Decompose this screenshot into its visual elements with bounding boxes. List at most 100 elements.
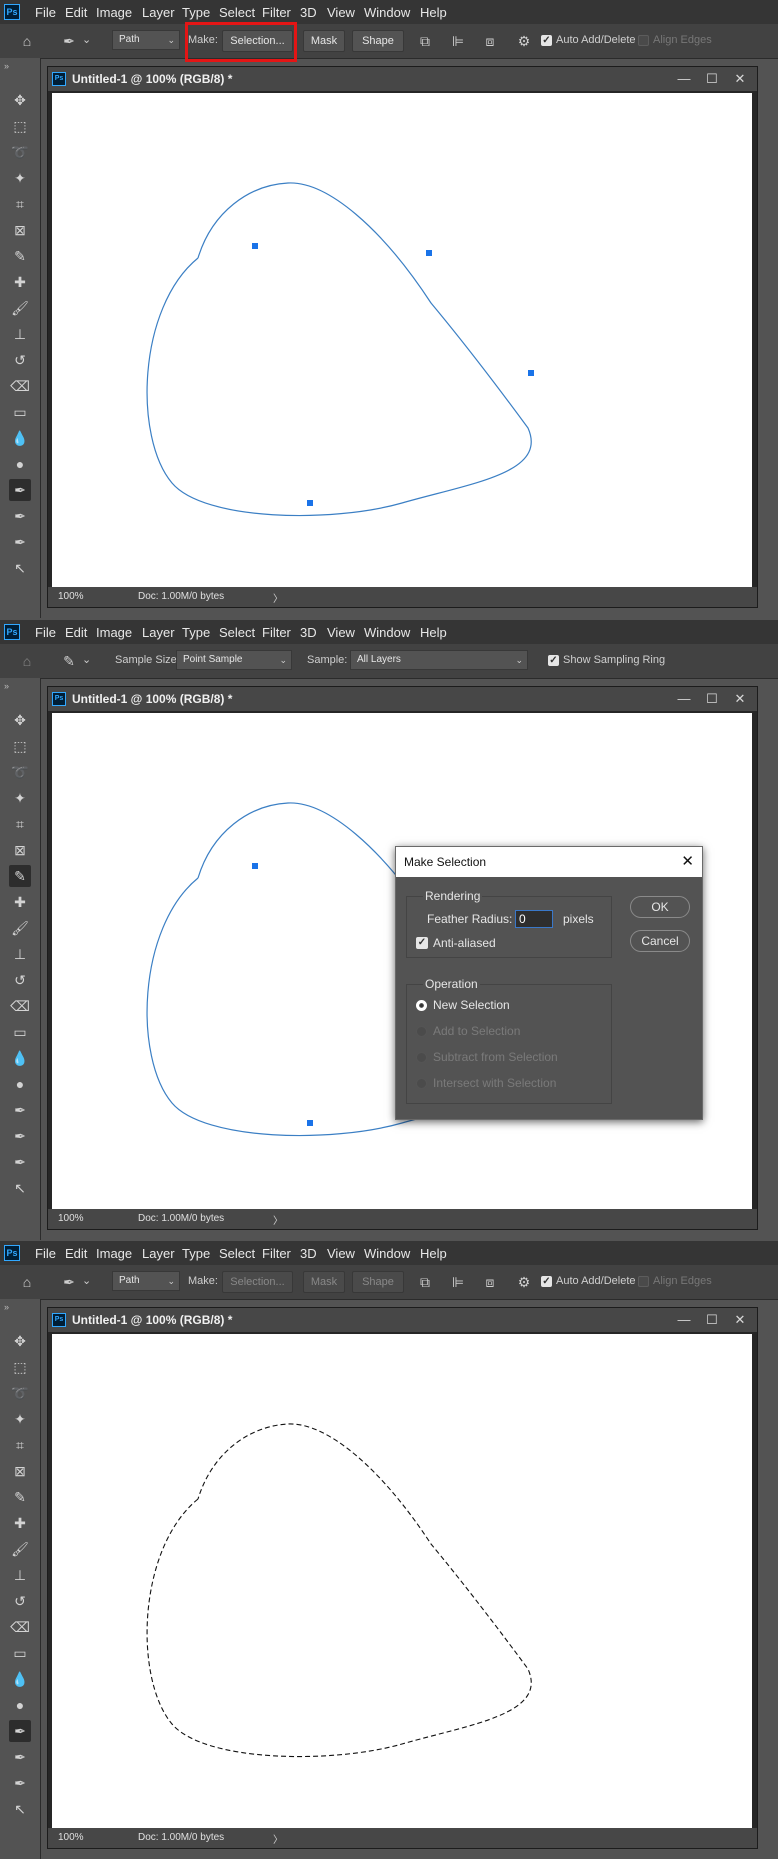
menu-view[interactable]: View bbox=[327, 5, 355, 20]
close-icon[interactable]: ✕ bbox=[729, 69, 751, 89]
gradient-tool-icon[interactable]: ▭ bbox=[9, 1021, 31, 1043]
maximize-icon[interactable]: ☐ bbox=[701, 69, 723, 89]
path-operations-icon[interactable]: ⧉ bbox=[416, 32, 434, 50]
path-selection-tool-icon[interactable]: ↖ bbox=[9, 1798, 31, 1820]
gradient-tool-icon[interactable]: ▭ bbox=[9, 401, 31, 423]
crop-tool-icon[interactable]: ⌗ bbox=[9, 1434, 31, 1456]
path-alignment-icon[interactable]: ⊫ bbox=[449, 1273, 467, 1291]
blur-tool-icon[interactable]: 💧 bbox=[9, 1668, 31, 1690]
zoom-level[interactable]: 100% bbox=[58, 1213, 84, 1224]
frame-tool-icon[interactable]: ⊠ bbox=[9, 219, 31, 241]
clone-stamp-tool-icon[interactable]: ⊥ bbox=[9, 1564, 31, 1586]
gear-icon[interactable]: ⚙ bbox=[515, 1273, 533, 1291]
menu-filter[interactable]: Filter bbox=[262, 1246, 291, 1261]
chevron-right-icon[interactable]: 〉 bbox=[273, 590, 283, 605]
brush-tool-icon[interactable]: 🖌 bbox=[9, 917, 31, 939]
show-sampling-ring-checkbox[interactable]: ✓ bbox=[548, 655, 559, 666]
menu-3d[interactable]: 3D bbox=[300, 1246, 317, 1261]
minimize-icon[interactable]: — bbox=[673, 69, 695, 89]
dodge-tool-icon[interactable]: ● bbox=[9, 1694, 31, 1716]
menu-image[interactable]: Image bbox=[96, 625, 132, 640]
brush-tool-icon[interactable]: 🖌 bbox=[9, 297, 31, 319]
menu-layer[interactable]: Layer bbox=[142, 1246, 175, 1261]
tool-preset-chevron-icon[interactable]: ⌄ bbox=[82, 33, 91, 46]
menu-view[interactable]: View bbox=[327, 625, 355, 640]
document-tab[interactable]: Ps Untitled-1 @ 100% (RGB/8) * — ☐ ✕ bbox=[48, 67, 757, 91]
curvature-pen-tool-icon[interactable]: ✒ bbox=[9, 531, 31, 553]
menu-image[interactable]: Image bbox=[96, 1246, 132, 1261]
path-selection-tool-icon[interactable]: ↖ bbox=[9, 557, 31, 579]
eyedropper-tool-icon[interactable]: ✎ bbox=[9, 865, 31, 887]
document-tab[interactable]: Ps Untitled-1 @ 100% (RGB/8) * — ☐ ✕ bbox=[48, 687, 757, 711]
home-icon[interactable]: ⌂ bbox=[18, 32, 36, 50]
panel-collapse-icon[interactable]: » bbox=[4, 681, 9, 691]
menu-3d[interactable]: 3D bbox=[300, 625, 317, 640]
menu-filter[interactable]: Filter bbox=[262, 5, 291, 20]
freeform-pen-tool-icon[interactable]: ✒ bbox=[9, 1746, 31, 1768]
pen-mode-select[interactable]: Path ⌄ bbox=[112, 30, 180, 50]
anchor-point[interactable] bbox=[307, 1120, 313, 1126]
zoom-level[interactable]: 100% bbox=[58, 1832, 84, 1843]
menu-help[interactable]: Help bbox=[420, 5, 447, 20]
freeform-pen-tool-icon[interactable]: ✒ bbox=[9, 505, 31, 527]
pen-mode-select[interactable]: Path ⌄ bbox=[112, 1271, 180, 1291]
move-tool-icon[interactable]: ✥ bbox=[9, 1330, 31, 1352]
magic-wand-tool-icon[interactable]: ✦ bbox=[9, 167, 31, 189]
curvature-pen-tool-icon[interactable]: ✒ bbox=[9, 1772, 31, 1794]
menu-help[interactable]: Help bbox=[420, 625, 447, 640]
clone-stamp-tool-icon[interactable]: ⊥ bbox=[9, 323, 31, 345]
path-alignment-icon[interactable]: ⊫ bbox=[449, 32, 467, 50]
eyedropper-tool-icon[interactable]: ✎ bbox=[9, 245, 31, 267]
anchor-point[interactable] bbox=[528, 370, 534, 376]
lasso-tool-icon[interactable]: ➰ bbox=[9, 761, 31, 783]
close-icon[interactable]: ✕ bbox=[729, 689, 751, 709]
eraser-tool-icon[interactable]: ⌫ bbox=[9, 1616, 31, 1638]
marching-ants-selection[interactable] bbox=[146, 1423, 532, 1758]
dodge-tool-icon[interactable]: ● bbox=[9, 453, 31, 475]
menu-window[interactable]: Window bbox=[364, 1246, 410, 1261]
menu-window[interactable]: Window bbox=[364, 5, 410, 20]
chevron-right-icon[interactable]: 〉 bbox=[273, 1212, 283, 1227]
lasso-tool-icon[interactable]: ➰ bbox=[9, 141, 31, 163]
menu-select[interactable]: Select bbox=[219, 625, 255, 640]
history-brush-tool-icon[interactable]: ↺ bbox=[9, 1590, 31, 1612]
sample-size-select[interactable]: Point Sample ⌄ bbox=[176, 650, 292, 670]
marquee-tool-icon[interactable]: ⬚ bbox=[9, 1356, 31, 1378]
tool-preset-chevron-icon[interactable]: ⌄ bbox=[82, 653, 91, 666]
ok-button[interactable]: OK bbox=[630, 896, 690, 918]
healing-brush-tool-icon[interactable]: ✚ bbox=[9, 1512, 31, 1534]
frame-tool-icon[interactable]: ⊠ bbox=[9, 1460, 31, 1482]
pen-tool-icon[interactable]: ✒ bbox=[9, 479, 31, 501]
history-brush-tool-icon[interactable]: ↺ bbox=[9, 969, 31, 991]
new-selection-radio[interactable] bbox=[416, 1000, 427, 1011]
move-tool-icon[interactable]: ✥ bbox=[9, 709, 31, 731]
menu-window[interactable]: Window bbox=[364, 625, 410, 640]
maximize-icon[interactable]: ☐ bbox=[701, 689, 723, 709]
menu-3d[interactable]: 3D bbox=[300, 5, 317, 20]
close-icon[interactable]: ✕ bbox=[681, 852, 694, 870]
anchor-point[interactable] bbox=[252, 243, 258, 249]
menu-type[interactable]: Type bbox=[182, 1246, 210, 1261]
pen-tool-icon[interactable]: ✒ bbox=[9, 1099, 31, 1121]
freeform-pen-tool-icon[interactable]: ✒ bbox=[9, 1125, 31, 1147]
close-icon[interactable]: ✕ bbox=[729, 1310, 751, 1330]
menu-edit[interactable]: Edit bbox=[65, 625, 87, 640]
make-shape-button[interactable]: Shape bbox=[352, 30, 404, 52]
anchor-point[interactable] bbox=[426, 250, 432, 256]
anchor-point[interactable] bbox=[252, 863, 258, 869]
curvature-pen-tool-icon[interactable]: ✒ bbox=[9, 1151, 31, 1173]
home-icon[interactable]: ⌂ bbox=[18, 1273, 36, 1291]
menu-select[interactable]: Select bbox=[219, 1246, 255, 1261]
panel-collapse-icon[interactable]: » bbox=[4, 61, 9, 71]
maximize-icon[interactable]: ☐ bbox=[701, 1310, 723, 1330]
tool-preset-chevron-icon[interactable]: ⌄ bbox=[82, 1274, 91, 1287]
lasso-tool-icon[interactable]: ➰ bbox=[9, 1382, 31, 1404]
cancel-button[interactable]: Cancel bbox=[630, 930, 690, 952]
menu-file[interactable]: File bbox=[35, 625, 56, 640]
menu-type[interactable]: Type bbox=[182, 625, 210, 640]
zoom-level[interactable]: 100% bbox=[58, 591, 84, 602]
path-curve[interactable] bbox=[146, 182, 532, 517]
crop-tool-icon[interactable]: ⌗ bbox=[9, 193, 31, 215]
menu-file[interactable]: File bbox=[35, 5, 56, 20]
menu-select[interactable]: Select bbox=[219, 5, 255, 20]
